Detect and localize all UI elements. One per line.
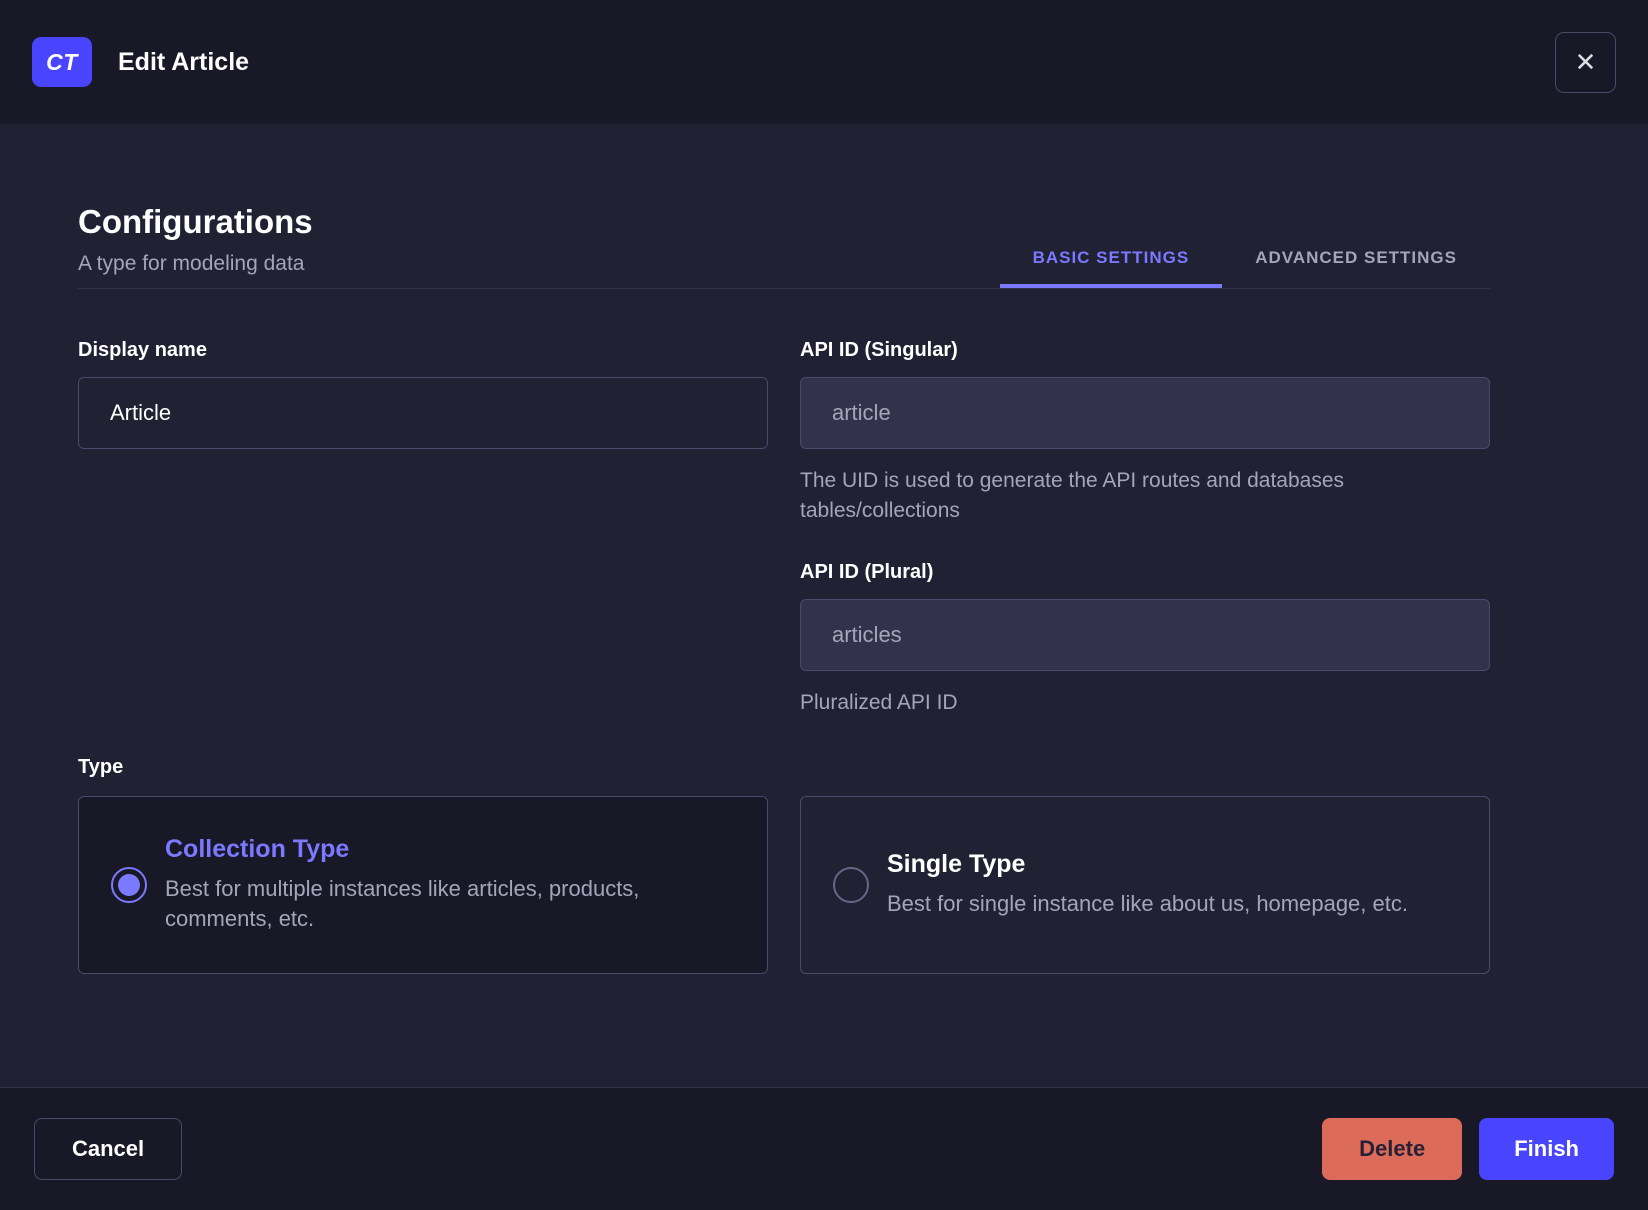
type-option-collection-title: Collection Type — [165, 835, 350, 864]
api-id-plural-input — [800, 598, 1490, 671]
type-option-single-title: Single Type — [887, 850, 1026, 879]
type-option-single-description: Best for single instance like about us, … — [887, 891, 1408, 917]
api-id-plural-field-group: API ID (Plural) Pluralized API ID — [800, 561, 1490, 718]
modal-body: Configurations A type for modeling data … — [0, 124, 1648, 1087]
configuration-form: Display name API ID (Singular) The UID i… — [78, 339, 1490, 718]
display-name-label: Display name — [78, 338, 207, 361]
radio-checked-icon[interactable] — [111, 866, 147, 903]
form-column-left: Display name — [78, 339, 768, 718]
content-type-badge-label: CT — [46, 48, 78, 75]
modal-header: CT Edit Article ✕ — [0, 0, 1648, 124]
type-options: Collection Type Best for multiple instan… — [78, 795, 1490, 974]
type-section: Type Collection Type Best for multiple i… — [78, 756, 1490, 974]
close-icon: ✕ — [1574, 47, 1597, 77]
content-type-badge: CT — [32, 37, 92, 87]
type-option-single[interactable]: Single Type Best for single instance lik… — [800, 795, 1490, 974]
page-subtitle: A type for modeling data — [78, 251, 305, 275]
tab-advanced-settings[interactable]: ADVANCED SETTINGS — [1222, 248, 1490, 288]
type-option-single-text: Single Type Best for single instance lik… — [885, 850, 1408, 919]
api-id-plural-label: API ID (Plural) — [800, 560, 934, 583]
page-title: Configurations — [78, 203, 313, 240]
type-option-collection-text: Collection Type Best for multiple instan… — [163, 835, 710, 934]
type-option-collection-description: Best for multiple instances like article… — [165, 876, 640, 932]
api-id-singular-input — [800, 376, 1490, 449]
modal-footer: Cancel Delete Finish — [0, 1087, 1648, 1210]
edit-article-modal: CT Edit Article ✕ Configurations A type … — [0, 0, 1648, 1210]
footer-actions: Delete Finish — [1322, 1118, 1614, 1180]
api-id-singular-hint: The UID is used to generate the API rout… — [800, 468, 1345, 522]
finish-button[interactable]: Finish — [1479, 1118, 1614, 1180]
radio-unchecked-icon[interactable] — [833, 866, 869, 903]
display-name-field-group: Display name — [78, 339, 768, 449]
api-id-plural-hint: Pluralized API ID — [800, 690, 958, 714]
delete-button[interactable]: Delete — [1322, 1118, 1463, 1180]
display-name-input[interactable] — [78, 376, 768, 449]
api-id-singular-label: API ID (Singular) — [800, 338, 958, 361]
close-button[interactable]: ✕ — [1555, 31, 1616, 93]
settings-tabs: BASIC SETTINGS ADVANCED SETTINGS — [1000, 248, 1490, 288]
type-option-collection[interactable]: Collection Type Best for multiple instan… — [78, 795, 768, 974]
api-id-singular-field-group: API ID (Singular) The UID is used to gen… — [800, 339, 1490, 526]
heading-text: Configurations A type for modeling data — [78, 202, 313, 288]
tab-basic-settings[interactable]: BASIC SETTINGS — [1000, 248, 1223, 288]
modal-title: Edit Article — [118, 47, 250, 76]
form-column-right: API ID (Singular) The UID is used to gen… — [800, 339, 1490, 718]
type-label: Type — [78, 755, 124, 778]
cancel-button[interactable]: Cancel — [34, 1118, 183, 1180]
heading-row: Configurations A type for modeling data … — [78, 202, 1490, 289]
